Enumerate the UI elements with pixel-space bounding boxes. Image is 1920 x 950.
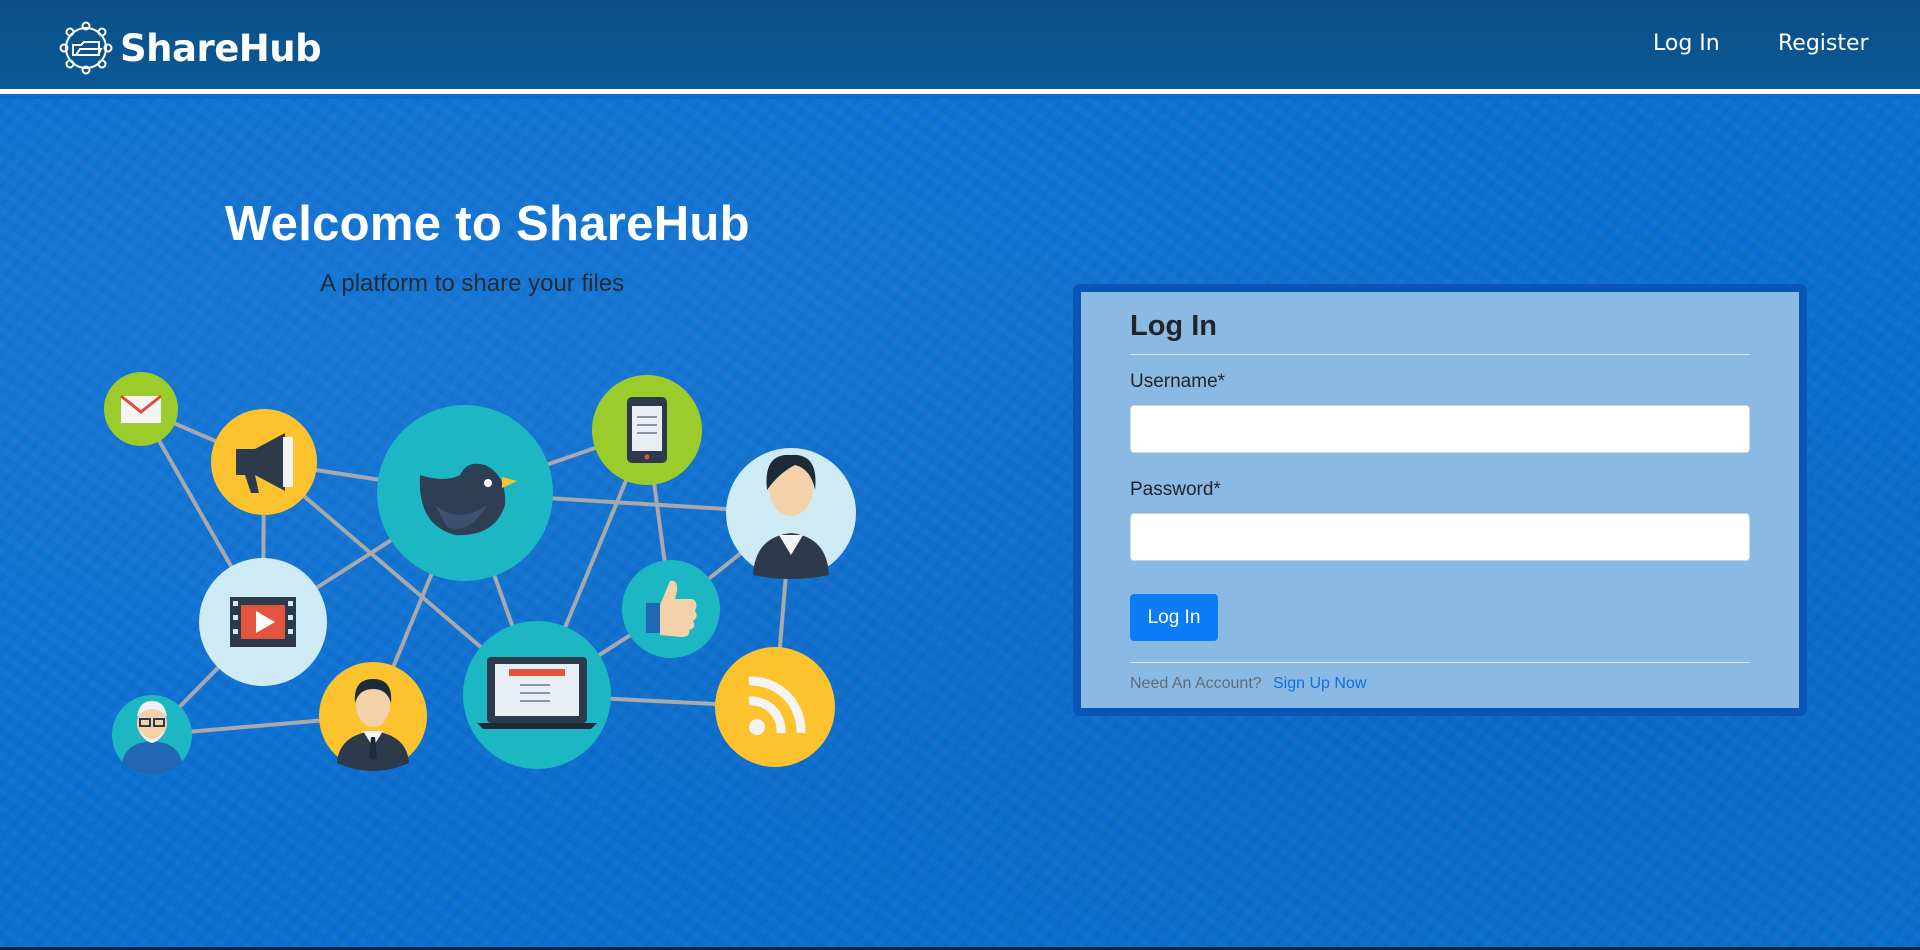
thumbs-up-icon [622,560,720,658]
brand-name: ShareHub [120,26,322,70]
username-label: Username* [1130,371,1226,392]
top-navbar: ShareHub Log In Register [0,0,1920,94]
mail-icon [104,372,178,446]
rss-icon [715,647,835,767]
old-man-icon [112,695,192,775]
social-network-illustration [104,372,856,775]
login-card-title: Log In [1130,310,1217,342]
hero-title: Welcome to ShareHub [225,197,750,251]
login-submit-button[interactable]: Log In [1130,594,1218,641]
card-divider [1130,354,1750,355]
bird-icon [377,405,553,581]
password-input[interactable] [1130,513,1750,561]
nav-register-link[interactable]: Register [1778,31,1869,56]
sharehub-logo-icon [59,21,113,75]
need-account-text: Need An Account? [1130,675,1262,692]
password-label: Password* [1130,479,1221,500]
businesswoman-icon [726,448,856,579]
businessman-icon [319,662,427,771]
card-footer-divider [1130,662,1750,663]
nav-login-link[interactable]: Log In [1653,31,1720,56]
username-input[interactable] [1130,405,1750,453]
hero-subtitle: A platform to share your files [320,270,625,297]
video-icon [199,558,327,686]
megaphone-icon [211,409,317,515]
signup-link[interactable]: Sign Up Now [1273,675,1366,693]
login-card: Log In Username* Password* Log In Need A… [1073,284,1807,716]
laptop-icon [463,621,611,769]
brand-link[interactable]: ShareHub [56,18,322,78]
phone-icon [592,375,702,485]
